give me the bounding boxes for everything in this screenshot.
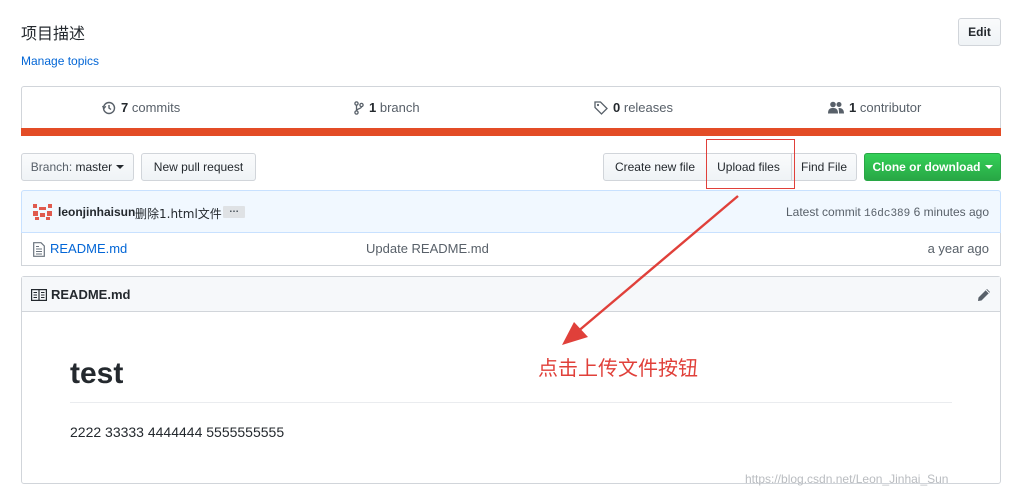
commit-expand-button[interactable]: … — [223, 205, 245, 218]
latest-commit-info: Latest commit 16dc389 6 minutes ago — [786, 205, 989, 220]
branch-name: master — [75, 160, 113, 174]
releases-count: 0 — [613, 100, 621, 115]
caret-down-icon — [116, 165, 125, 169]
contributor-label: contributor — [859, 100, 922, 115]
annotation-text: 点击上传文件按钮 — [538, 356, 698, 380]
latest-commit-label: Latest commit — [786, 205, 861, 219]
file-icon — [33, 242, 45, 257]
latest-commit-bar: leonjinhaisun 删除1.html文件 … Latest commit… — [21, 190, 1001, 233]
releases-link[interactable]: 0 releases — [594, 100, 673, 115]
branch-icon — [354, 100, 364, 115]
caret-down-icon — [984, 165, 993, 169]
branch-label: branch — [379, 100, 420, 115]
file-name-link[interactable]: README.md — [50, 241, 127, 256]
commit-sha[interactable]: 16dc389 — [864, 208, 910, 220]
commits-label: commits — [131, 100, 181, 115]
readme-title: README.md — [51, 287, 131, 302]
readme-paragraph: 2222 33333 4444444 5555555555 — [70, 424, 285, 440]
branches-link[interactable]: 1 branch — [354, 100, 420, 115]
manage-topics-link[interactable]: Manage topics — [21, 54, 99, 68]
create-new-file-button[interactable]: Create new file — [603, 153, 707, 181]
commits-count: 7 — [121, 100, 129, 115]
commit-age: 6 minutes ago — [913, 205, 989, 219]
commit-author[interactable]: leonjinhaisun — [58, 205, 135, 219]
branch-count: 1 — [369, 100, 377, 115]
repo-description: 项目描述 — [21, 24, 86, 43]
readme-header: README.md — [22, 277, 1000, 312]
branch-select-button[interactable]: Branch: master — [21, 153, 134, 181]
clone-or-download-button[interactable]: Clone or download — [864, 153, 1001, 181]
file-row: README.md Update README.md a year ago — [21, 233, 1001, 266]
people-icon — [828, 101, 844, 114]
find-file-button[interactable]: Find File — [791, 153, 857, 181]
commits-link[interactable]: 7 commits — [102, 100, 180, 115]
language-bar[interactable] — [21, 128, 1001, 136]
readme-heading: test — [70, 357, 124, 390]
repo-summary: 7 commits 1 branch 0 releases 1 contribu… — [21, 86, 1001, 136]
history-icon — [102, 101, 116, 114]
edit-button[interactable]: Edit — [958, 18, 1001, 46]
contributors-link[interactable]: 1 contributor — [828, 100, 921, 115]
book-icon — [31, 289, 47, 301]
readme-divider — [70, 402, 952, 403]
commit-message[interactable]: 删除1.html文件 — [135, 205, 222, 222]
annotation-highlight-box — [706, 139, 795, 189]
avatar[interactable] — [33, 204, 52, 220]
tag-icon — [594, 100, 608, 115]
branch-prefix: Branch: — [30, 160, 73, 174]
contributor-count: 1 — [849, 100, 857, 115]
releases-label: releases — [623, 100, 673, 115]
pencil-icon[interactable] — [976, 287, 992, 303]
new-pull-request-button[interactable]: New pull request — [141, 153, 256, 181]
watermark: https://blog.csdn.net/Leon_Jinhai_Sun — [745, 472, 949, 486]
readme-box: README.md test 2222 33333 4444444 555555… — [21, 276, 1001, 484]
file-commit-message[interactable]: Update README.md — [366, 241, 489, 256]
clone-label: Clone or download — [872, 160, 981, 174]
file-age: a year ago — [927, 241, 989, 256]
